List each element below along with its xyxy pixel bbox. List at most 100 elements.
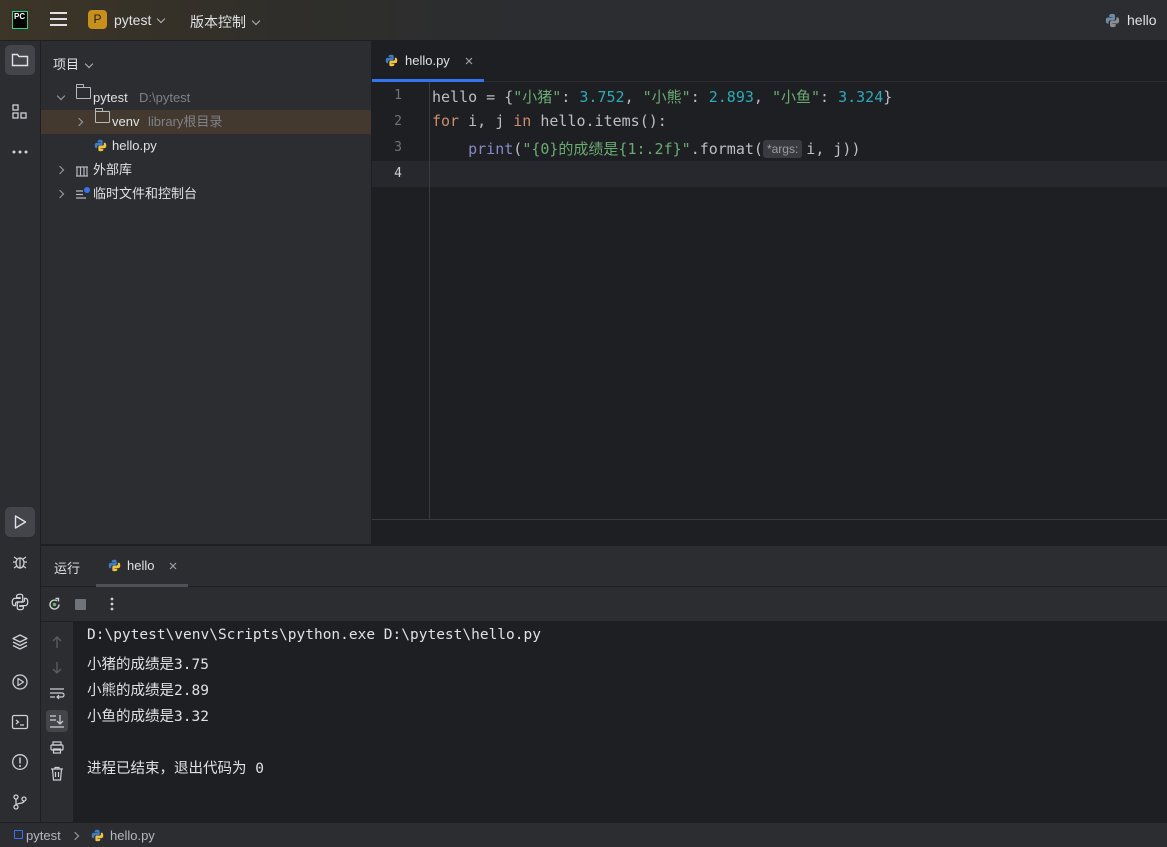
chevron-down-icon: [84, 59, 94, 69]
structure-tool-button[interactable]: [5, 97, 35, 127]
scroll-to-end-icon: [50, 715, 64, 728]
project-switcher[interactable]: pytest: [114, 12, 166, 28]
python-console-button[interactable]: [5, 587, 35, 617]
tree-item-venv[interactable]: venv library根目录: [41, 108, 371, 134]
rerun-icon[interactable]: [47, 597, 62, 612]
chevron-down-icon: [56, 91, 66, 101]
stop-icon[interactable]: [75, 599, 86, 610]
project-panel-title: 项目: [53, 57, 80, 72]
layers-icon: [12, 634, 28, 650]
project-tool-button[interactable]: [5, 45, 35, 75]
chevron-right-icon: [55, 189, 65, 199]
close-icon[interactable]: [169, 562, 177, 570]
editor: hello.py 1 2 3 4 hello = {"小猪": 3.752, "…: [372, 41, 1167, 544]
python-icon: [108, 559, 121, 572]
breadcrumb-file[interactable]: hello.py: [110, 828, 155, 843]
chevron-right-icon: [55, 165, 65, 175]
console-line: 小鱼的成绩是3.32: [87, 709, 209, 725]
scroll-to-end-button[interactable]: [46, 710, 68, 732]
tree-item-label: hello.py: [112, 138, 157, 153]
warning-circle-icon: [12, 754, 28, 770]
tree-item-external-libraries[interactable]: 外部库: [41, 158, 371, 182]
run-panel-title: 运行: [54, 561, 81, 576]
project-panel-header[interactable]: 项目: [53, 54, 94, 73]
run-panel-header: 运行 hello: [41, 546, 1167, 587]
packages-tool-button[interactable]: [5, 627, 35, 657]
python-file-icon: [91, 829, 104, 842]
more-tools-button[interactable]: [5, 137, 35, 167]
editor-tabs: hello.py: [372, 41, 1167, 82]
pycharm-logo-icon[interactable]: PC: [12, 11, 28, 29]
line-number: 2: [394, 114, 402, 129]
close-icon[interactable]: [465, 57, 473, 65]
chevron-down-icon: [251, 16, 261, 26]
arrow-up-icon[interactable]: [51, 635, 63, 649]
breadcrumb-project[interactable]: pytest: [26, 828, 61, 843]
arrow-down-icon[interactable]: [51, 661, 63, 675]
run-tool-button[interactable]: [5, 507, 35, 537]
code-line-2[interactable]: for i, j in hello.items():: [432, 112, 667, 130]
python-file-icon: [94, 139, 107, 152]
tab-label: hello.py: [405, 53, 450, 68]
trash-icon[interactable]: [50, 766, 64, 781]
code-line-1[interactable]: hello = {"小猪": 3.752, "小熊": 2.893, "小鱼":…: [432, 86, 892, 107]
terminal-icon: [11, 714, 29, 730]
tab-hello-py[interactable]: hello.py: [372, 41, 484, 82]
tree-item-path: D:\pytest: [139, 90, 191, 105]
folder-icon: [11, 53, 29, 67]
line-number: 4: [394, 166, 402, 181]
folder-icon: [75, 84, 91, 99]
services-tool-button[interactable]: [5, 667, 35, 697]
tree-item-hello-py[interactable]: hello.py: [41, 134, 371, 158]
git-tool-button[interactable]: [5, 787, 35, 817]
python-console-icon: [11, 593, 29, 611]
more-vertical-icon[interactable]: [110, 597, 114, 611]
run-config-label: hello: [1127, 12, 1157, 28]
tree-item-pytest[interactable]: pytest D:\pytest: [41, 84, 371, 110]
project-badge[interactable]: P: [88, 10, 107, 29]
debug-tool-button[interactable]: [5, 547, 35, 577]
structure-icon: [12, 104, 27, 119]
soft-wrap-icon[interactable]: [49, 687, 65, 701]
console-output[interactable]: D:\pytest\venv\Scripts\python.exe D:\pyt…: [74, 622, 1167, 823]
chevron-down-icon: [157, 14, 166, 24]
module-icon: [14, 830, 23, 839]
terminal-tool-button[interactable]: [5, 707, 35, 737]
console-line: 小猪的成绩是3.75: [87, 657, 209, 673]
run-config-selector[interactable]: hello: [1105, 12, 1157, 28]
print-icon[interactable]: [50, 741, 64, 754]
line-number: 1: [394, 88, 402, 103]
project-name: pytest: [114, 12, 152, 28]
problems-tool-button[interactable]: [5, 747, 35, 777]
python-file-icon: [385, 54, 398, 67]
run-icon: [14, 515, 27, 529]
editor-bottom-divider: [372, 519, 1167, 520]
vcs-menu-label: 版本控制: [190, 14, 246, 30]
folder-icon: [94, 108, 110, 123]
tree-item-label: 临时文件和控制台: [93, 186, 198, 201]
run-tab-label: hello: [127, 558, 155, 573]
scratches-icon: [76, 187, 90, 199]
tree-item-detail: library根目录: [148, 114, 223, 129]
python-icon: [1105, 13, 1120, 27]
project-panel: 项目 pytest D:\pytest venv library根目录 hell…: [41, 41, 372, 544]
bug-icon: [13, 556, 27, 569]
line-number: 3: [394, 140, 402, 155]
main-menu-icon[interactable]: [50, 12, 67, 26]
console-line: D:\pytest\venv\Scripts\python.exe D:\pyt…: [87, 627, 541, 643]
tree-item-label: venv: [112, 114, 140, 129]
tree-item-scratches[interactable]: 临时文件和控制台: [41, 182, 371, 206]
git-branch-icon: [13, 794, 27, 810]
console-side-toolbar: [41, 622, 74, 823]
chevron-right-icon: [74, 117, 84, 127]
tree-item-label: 外部库: [93, 162, 133, 177]
left-tool-strip: [0, 41, 41, 822]
vcs-menu[interactable]: 版本控制: [190, 12, 261, 32]
status-bar: pytest hello.py: [0, 822, 1167, 847]
console-line: 小熊的成绩是2.89: [87, 683, 209, 699]
title-bar: PC P pytest 版本控制 hello: [0, 0, 1167, 41]
current-line-highlight: [372, 161, 1167, 187]
library-icon: [76, 166, 88, 177]
run-tab-hello[interactable]: hello: [96, 546, 188, 587]
code-line-3[interactable]: print("{0}的成绩是{1:.2f}".format(*args: i, j…: [432, 138, 860, 159]
